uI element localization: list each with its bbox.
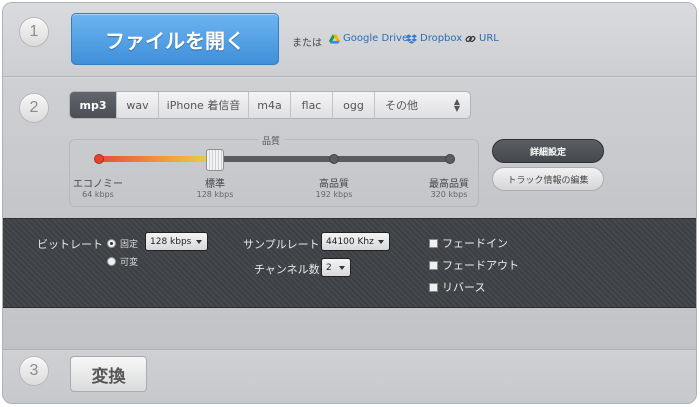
- quality-label-high: 高品質: [319, 179, 349, 190]
- tab-other-label: その他: [385, 99, 418, 112]
- up-down-chevron-icon: ▲ ▼: [453, 97, 460, 113]
- sample-rate-select[interactable]: 44100 Khz: [321, 232, 390, 251]
- tab-ogg[interactable]: ogg: [333, 92, 375, 118]
- tab-m4a[interactable]: m4a: [249, 92, 291, 118]
- bitrate-fixed-label: 固定: [120, 240, 139, 250]
- sample-rate-select-value: 44100 Khz: [326, 236, 374, 247]
- dropdown-arrow-icon: [378, 240, 384, 244]
- or-label: または: [292, 38, 322, 49]
- fade-out-label: フェードアウト: [442, 259, 519, 272]
- quality-title: 品質: [258, 134, 285, 147]
- convert-button[interactable]: 変換: [70, 356, 147, 392]
- tab-iphone-ringtone[interactable]: iPhone 着信音: [159, 92, 249, 118]
- bitrate-label: ビットレート: [37, 238, 103, 251]
- channels-select-value: 2: [326, 262, 332, 273]
- tab-flac[interactable]: flac: [291, 92, 333, 118]
- step-2-badge: 2: [19, 93, 49, 123]
- bitrate-variable-label: 可変: [120, 258, 139, 268]
- checkbox-box: [429, 282, 438, 292]
- channels-select[interactable]: 2: [321, 258, 351, 277]
- fade-in-checkbox[interactable]: フェードイン: [429, 235, 508, 251]
- quality-slider-fill: [98, 156, 216, 162]
- radio-unchecked-icon: [107, 257, 116, 266]
- format-tabs: mp3 wav iPhone 着信音 m4a flac ogg その他 ▲ ▼: [69, 91, 471, 119]
- checkbox-box: [429, 260, 438, 270]
- reverse-label: リバース: [442, 281, 486, 294]
- dropdown-arrow-icon: [196, 240, 202, 244]
- url-link[interactable]: URL: [465, 33, 499, 44]
- google-drive-icon: [329, 33, 340, 44]
- converter-panel: 1 ファイルを開く または Google Drive Dropbox URL 2…: [2, 2, 697, 404]
- sample-rate-label: サンプルレート: [243, 238, 320, 251]
- radio-checked-icon: [107, 239, 116, 248]
- source-section: 1 ファイルを開く または Google Drive Dropbox URL: [3, 3, 696, 77]
- quality-slider-thumb[interactable]: [206, 149, 225, 171]
- step-3-badge: 3: [19, 356, 49, 386]
- tab-mp3[interactable]: mp3: [70, 92, 117, 118]
- step-1-badge: 1: [19, 17, 49, 47]
- quality-bitrate-economy: 64 kbps: [82, 190, 114, 199]
- quality-bitrate-highest: 320 kbps: [430, 190, 468, 199]
- bitrate-select-value: 128 kbps: [150, 236, 192, 247]
- quality-label-economy: エコノミー: [73, 179, 123, 190]
- quality-bitrate-standard: 128 kbps: [196, 190, 234, 199]
- google-drive-label: Google Drive: [343, 33, 409, 44]
- url-label: URL: [479, 33, 499, 44]
- edit-track-info-button[interactable]: トラック情報の編集: [492, 167, 604, 191]
- bitrate-fixed-radio[interactable]: 固定: [107, 237, 138, 250]
- dropbox-link[interactable]: Dropbox: [406, 33, 462, 44]
- dropbox-label: Dropbox: [420, 33, 463, 44]
- fade-in-label: フェードイン: [442, 237, 508, 250]
- quality-label-highest: 最高品質: [429, 179, 469, 190]
- quality-bitrate-high: 192 kbps: [315, 190, 353, 199]
- checkbox-box: [429, 238, 438, 248]
- bitrate-select[interactable]: 128 kbps: [145, 232, 208, 251]
- google-drive-link[interactable]: Google Drive: [329, 33, 408, 44]
- bitrate-variable-radio[interactable]: 可変: [107, 255, 138, 268]
- tab-wav[interactable]: wav: [117, 92, 159, 118]
- quality-stop-economy[interactable]: [94, 154, 104, 164]
- tab-other[interactable]: その他 ▲ ▼: [375, 92, 470, 118]
- spacer-area: [3, 308, 696, 350]
- dropdown-arrow-icon: [339, 266, 345, 270]
- reverse-checkbox[interactable]: リバース: [429, 279, 485, 295]
- dropbox-icon: [406, 33, 417, 44]
- quality-stop-highest[interactable]: [445, 154, 455, 164]
- fade-out-checkbox[interactable]: フェードアウト: [429, 257, 519, 273]
- open-file-button[interactable]: ファイルを開く: [71, 13, 279, 65]
- advanced-settings-button[interactable]: 詳細設定: [492, 139, 604, 163]
- link-icon: [465, 35, 476, 42]
- channels-label: チャンネル数: [254, 263, 320, 276]
- quality-label-standard: 標準: [205, 179, 225, 190]
- quality-stop-high[interactable]: [329, 154, 339, 164]
